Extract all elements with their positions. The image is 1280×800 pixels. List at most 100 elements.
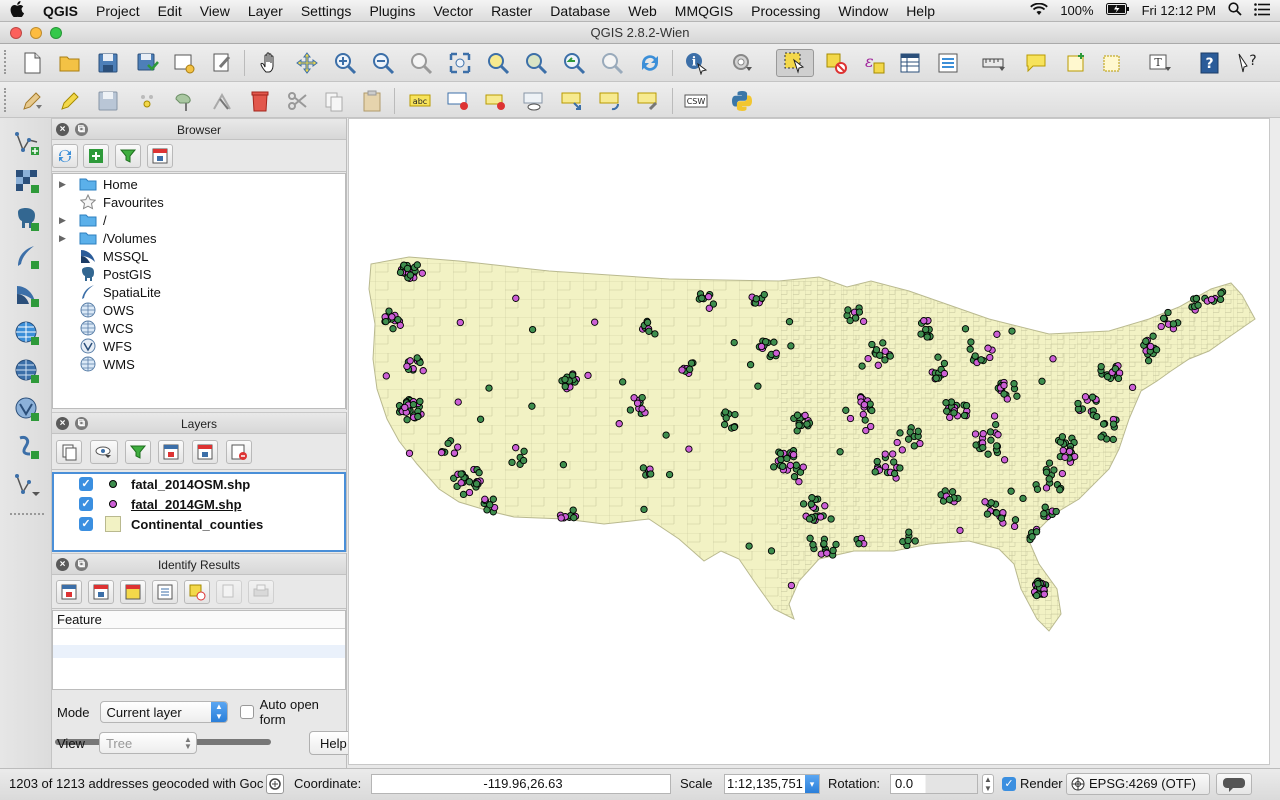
add-raster-layer-icon[interactable] — [12, 166, 42, 196]
apple-menu-icon[interactable] — [0, 0, 34, 21]
run-feature-action-icon[interactable] — [728, 49, 756, 77]
menu-mmqgis[interactable]: MMQGIS — [666, 3, 742, 19]
cut-features-icon[interactable] — [284, 87, 312, 115]
highlight-pinned-labels-icon[interactable] — [482, 87, 510, 115]
menu-view[interactable]: View — [191, 3, 239, 19]
notification-center-icon[interactable] — [1254, 2, 1270, 19]
zoom-to-selection-icon[interactable] — [484, 49, 512, 77]
metasearch-csw-icon[interactable]: CSW — [682, 87, 710, 115]
print-response-icon[interactable] — [248, 580, 274, 604]
layer-visibility-checkbox[interactable]: ✓ — [79, 497, 93, 511]
pan-to-selection-icon[interactable] — [293, 49, 321, 77]
refresh-icon[interactable] — [636, 49, 664, 77]
new-bookmark-icon[interactable] — [1062, 49, 1090, 77]
expand-tree-icon[interactable] — [56, 580, 82, 604]
open-form-icon[interactable] — [152, 580, 178, 604]
zoom-full-icon[interactable] — [446, 49, 474, 77]
add-spatialite-layer-icon[interactable] — [12, 242, 42, 272]
menu-web[interactable]: Web — [619, 3, 666, 19]
remove-layer-icon[interactable] — [226, 440, 252, 464]
add-wcs-layer-icon[interactable] — [12, 356, 42, 386]
pin-labels-icon[interactable] — [444, 87, 472, 115]
show-bookmarks-icon[interactable] — [1098, 49, 1126, 77]
menu-raster[interactable]: Raster — [482, 3, 541, 19]
expand-arrow-icon[interactable]: ▶ — [59, 215, 75, 226]
new-shapefile-layer-icon[interactable] — [12, 470, 42, 500]
add-selected-layers-icon[interactable] — [83, 144, 109, 168]
feature-column-header[interactable]: Feature — [53, 611, 345, 629]
browser-item-spatialite[interactable]: SpatiaLite — [53, 283, 161, 301]
clear-results-icon[interactable] — [184, 580, 210, 604]
clock[interactable]: Fri 12:12 PM — [1142, 3, 1216, 18]
map-tips-icon[interactable] — [1022, 49, 1050, 77]
manage-layer-visibility-icon[interactable] — [90, 440, 118, 464]
battery-icon[interactable] — [1105, 3, 1130, 18]
zoom-next-icon[interactable] — [598, 49, 626, 77]
show-hide-labels-icon[interactable] — [520, 87, 548, 115]
toolbar-grip[interactable] — [4, 50, 8, 74]
spotlight-search-icon[interactable] — [1228, 2, 1242, 19]
browser-item-favourites[interactable]: Favourites — [53, 193, 164, 211]
menu-layer[interactable]: Layer — [239, 3, 292, 19]
rotation-stepper[interactable]: ▲ ▼ — [982, 774, 994, 794]
delete-selected-icon[interactable] — [246, 87, 274, 115]
menu-window[interactable]: Window — [829, 3, 897, 19]
menu-database[interactable]: Database — [541, 3, 619, 19]
change-label-icon[interactable] — [634, 87, 662, 115]
zoom-to-layer-icon[interactable] — [522, 49, 550, 77]
browser-item-home[interactable]: ▶ Home — [53, 175, 138, 193]
zoom-native-resolution-icon[interactable] — [407, 49, 435, 77]
menu-vector[interactable]: Vector — [424, 3, 482, 19]
wifi-icon[interactable] — [1030, 2, 1049, 19]
browser-item-ows[interactable]: OWS — [53, 301, 134, 319]
zoom-out-icon[interactable] — [369, 49, 397, 77]
add-wfs-layer-icon[interactable] — [12, 394, 42, 424]
menu-help[interactable]: Help — [897, 3, 944, 19]
add-group-icon[interactable] — [56, 440, 82, 464]
coordinate-field[interactable]: -119.96,26.63 — [371, 774, 671, 794]
toolbar-grip[interactable] — [4, 88, 8, 112]
rotation-field[interactable]: 0.0 — [890, 774, 978, 794]
layer-item-counties[interactable]: ✓ Continental_counties — [79, 515, 263, 533]
auto-open-form-checkbox[interactable] — [239, 705, 254, 719]
paste-features-icon[interactable] — [358, 87, 386, 115]
new-project-icon[interactable] — [18, 49, 46, 77]
collapse-tree-icon[interactable] — [88, 580, 114, 604]
filter-icon[interactable] — [115, 144, 141, 168]
identify-features-icon[interactable]: i — [682, 49, 710, 77]
save-project-icon[interactable] — [94, 49, 122, 77]
whats-this-icon[interactable]: ? — [1234, 49, 1262, 77]
deselect-features-icon[interactable] — [822, 49, 850, 77]
measure-line-icon[interactable] — [980, 49, 1008, 77]
menu-settings[interactable]: Settings — [292, 3, 361, 19]
zoom-last-icon[interactable] — [560, 49, 588, 77]
menu-project[interactable]: Project — [87, 3, 149, 19]
browser-item-mssql[interactable]: MSSQL — [53, 247, 149, 265]
current-edits-icon[interactable] — [18, 87, 46, 115]
add-delimited-text-layer-icon[interactable] — [12, 432, 42, 462]
browser-item-wcs[interactable]: WCS — [53, 319, 133, 337]
node-tool-icon[interactable] — [208, 87, 236, 115]
new-print-composer-icon[interactable] — [170, 49, 198, 77]
messages-icon[interactable] — [266, 774, 284, 794]
layer-visibility-checkbox[interactable]: ✓ — [79, 477, 93, 491]
collapse-all-icon[interactable] — [147, 144, 173, 168]
menu-plugins[interactable]: Plugins — [360, 3, 424, 19]
pan-map-icon[interactable] — [256, 49, 284, 77]
select-by-expression-icon[interactable]: ε — [860, 49, 888, 77]
expand-arrow-icon[interactable]: ▶ — [59, 179, 75, 190]
select-features-icon[interactable] — [776, 49, 814, 77]
python-console-icon[interactable] — [728, 87, 756, 115]
copy-features-icon[interactable] — [320, 87, 348, 115]
render-checkbox[interactable]: ✓ — [1002, 777, 1016, 791]
zoom-in-icon[interactable] — [331, 49, 359, 77]
add-feature-icon[interactable] — [133, 87, 161, 115]
layer-visibility-checkbox[interactable]: ✓ — [79, 517, 93, 531]
refresh-icon[interactable] — [52, 144, 78, 168]
log-messages-button[interactable] — [1216, 773, 1252, 795]
menu-processing[interactable]: Processing — [742, 3, 829, 19]
add-wms-layer-icon[interactable] — [12, 318, 42, 348]
browser-item-volumes[interactable]: ▶ /Volumes — [53, 229, 156, 247]
expand-new-results-icon[interactable] — [120, 580, 146, 604]
crs-button[interactable]: EPSG:4269 (OTF) — [1066, 773, 1210, 795]
